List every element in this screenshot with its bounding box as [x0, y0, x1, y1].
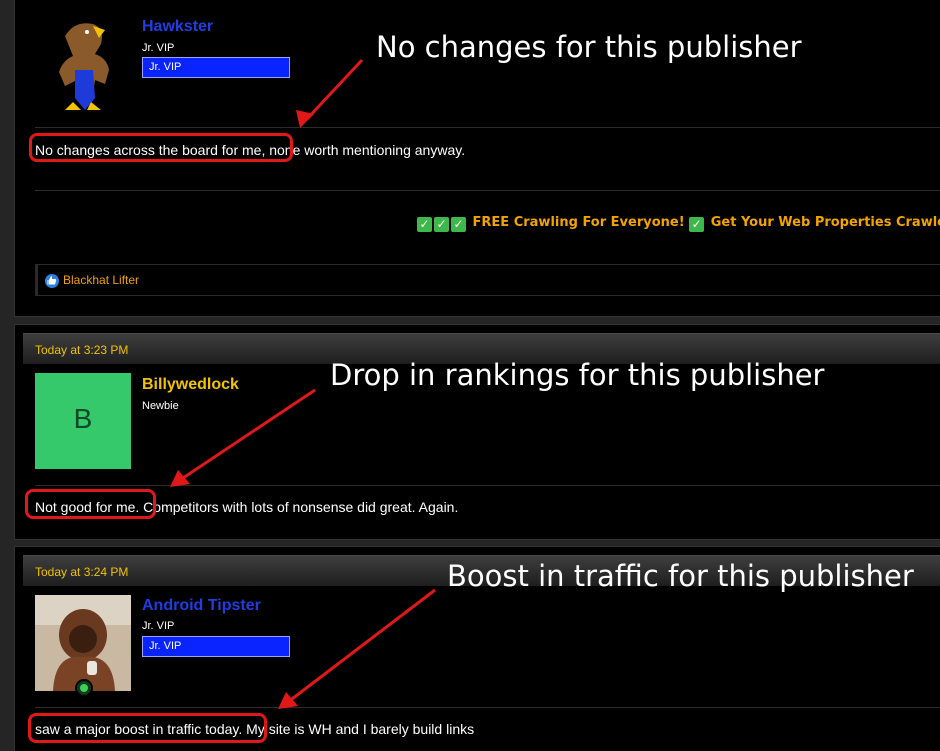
- like-icon: [45, 274, 59, 288]
- message-rest: Competitors with lots of nonsense did gr…: [139, 499, 459, 515]
- annotation-text: No changes for this publisher: [376, 30, 802, 64]
- reaction-bar: Blackhat Lifter: [35, 264, 940, 296]
- check-mark-icon: ✓: [689, 217, 705, 232]
- username[interactable]: Android Tipster: [142, 597, 261, 615]
- post-date[interactable]: Today at 3:24 PM: [35, 565, 128, 579]
- user-title: Jr. VIP: [142, 42, 175, 54]
- user-badge: Jr. VIP: [142, 636, 290, 657]
- online-status-icon: [75, 679, 93, 697]
- message-rest: My site is WH and I barely build links: [242, 721, 475, 737]
- annotation-text: Drop in rankings for this publisher: [330, 358, 825, 392]
- check-mark-icon: ✓: [417, 217, 432, 232]
- signature-link[interactable]: FREE Crawling For Everyone!: [473, 215, 685, 230]
- divider: [35, 485, 940, 486]
- reaction-user[interactable]: Blackhat Lifter: [63, 273, 139, 287]
- avatar[interactable]: [35, 595, 131, 691]
- annotation-text: Boost in traffic for this publisher: [447, 559, 914, 593]
- divider: [35, 127, 940, 128]
- highlight-box: [25, 489, 156, 519]
- check-mark-icon: ✓: [451, 217, 466, 232]
- check-mark-icon: ✓: [434, 217, 449, 232]
- divider: [35, 707, 940, 708]
- signature: ✓ ✓ ✓ FREE Crawling For Everyone! ✓ Get Yo…: [417, 215, 940, 232]
- signature-link-2[interactable]: Get Your Web Properties Crawled & I: [711, 215, 940, 230]
- avatar[interactable]: B: [35, 373, 131, 469]
- divider: [35, 190, 940, 191]
- highlight-box: [28, 713, 267, 743]
- username[interactable]: Hawkster: [142, 18, 213, 36]
- avatar[interactable]: [35, 14, 131, 110]
- avatar-letter: B: [73, 403, 93, 434]
- user-title: Newbie: [142, 400, 179, 412]
- message-rest: none worth mentioning anyway.: [265, 142, 466, 158]
- user-title: Jr. VIP: [142, 620, 175, 632]
- post-date[interactable]: Today at 3:23 PM: [35, 343, 128, 357]
- username[interactable]: Billywedlock: [142, 376, 239, 394]
- user-badge: Jr. VIP: [142, 57, 290, 78]
- highlight-box: [29, 133, 293, 162]
